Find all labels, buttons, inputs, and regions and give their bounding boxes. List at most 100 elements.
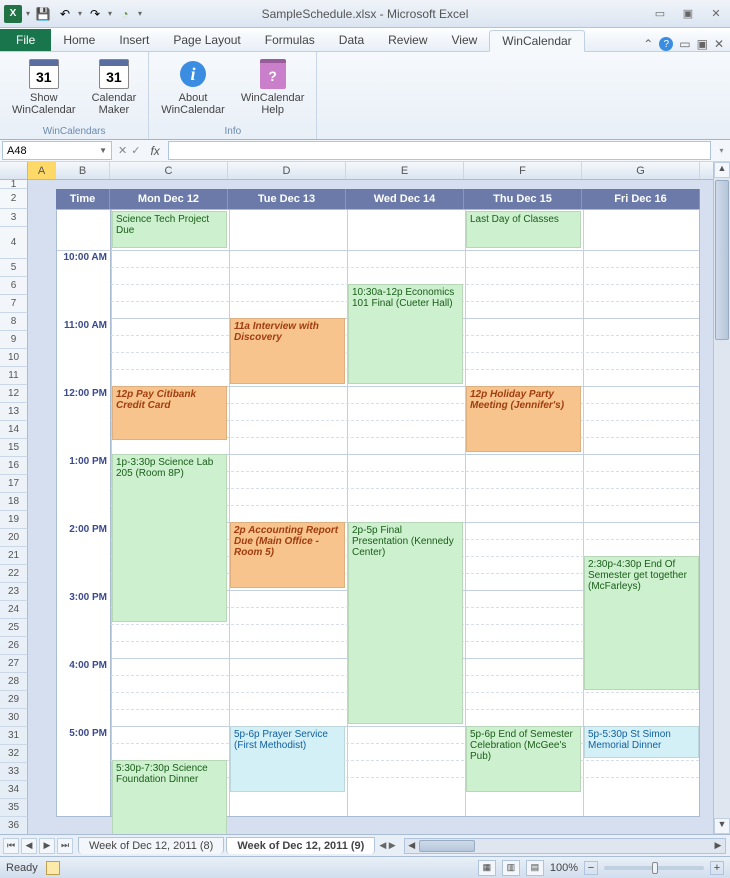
row-header-15[interactable]: 15 bbox=[0, 439, 28, 457]
row-header-19[interactable]: 19 bbox=[0, 511, 28, 529]
vscroll-thumb[interactable] bbox=[715, 180, 729, 340]
sheet-nav-first[interactable]: ⏮ bbox=[3, 838, 19, 854]
sheet-nav-next[interactable]: ▶ bbox=[39, 838, 55, 854]
name-box[interactable]: A48 ▼ bbox=[2, 141, 112, 160]
scroll-right-icon[interactable]: ▶ bbox=[711, 840, 725, 851]
tab-formulas[interactable]: Formulas bbox=[253, 29, 327, 51]
row-header-9[interactable]: 9 bbox=[0, 331, 28, 349]
row-header-35[interactable]: 35 bbox=[0, 799, 28, 817]
row-header-25[interactable]: 25 bbox=[0, 619, 28, 637]
view-page-break-button[interactable]: ▤ bbox=[526, 860, 544, 876]
tab-view[interactable]: View bbox=[440, 29, 490, 51]
show-wincalendar-button[interactable]: 31 Show WinCalendar bbox=[8, 56, 80, 124]
calendar-event[interactable]: 1p-3:30p Science Lab 205 (Room 8P) bbox=[112, 454, 227, 622]
redo-dropdown-icon[interactable]: ▾ bbox=[108, 9, 112, 18]
calendar-event[interactable]: 5p-6p End of Semester Celebration (McGee… bbox=[466, 726, 581, 792]
calendar-event[interactable]: 12p Holiday Party Meeting (Jennifer's) bbox=[466, 386, 581, 452]
minimize-button[interactable]: ▭ bbox=[650, 6, 670, 22]
tab-insert[interactable]: Insert bbox=[107, 29, 161, 51]
column-header-E[interactable]: E bbox=[346, 162, 464, 179]
row-header-10[interactable]: 10 bbox=[0, 349, 28, 367]
calendar-event[interactable]: 10:30a-12p Economics 101 Final (Cueter H… bbox=[348, 284, 463, 384]
undo-button[interactable]: ↶ bbox=[56, 5, 74, 23]
row-header-32[interactable]: 32 bbox=[0, 745, 28, 763]
row-header-20[interactable]: 20 bbox=[0, 529, 28, 547]
row-header-14[interactable]: 14 bbox=[0, 421, 28, 439]
close-button[interactable]: ✕ bbox=[706, 6, 726, 22]
sheet-tab-next-indicator[interactable]: ◀ ▶ bbox=[375, 840, 399, 851]
calendar-event[interactable]: 12p Pay Citibank Credit Card bbox=[112, 386, 227, 440]
column-header-G[interactable]: G bbox=[582, 162, 700, 179]
tab-data[interactable]: Data bbox=[327, 29, 376, 51]
row-header-2[interactable]: 2 bbox=[0, 189, 28, 209]
about-wincalendar-button[interactable]: i About WinCalendar bbox=[157, 56, 229, 124]
row-header-5[interactable]: 5 bbox=[0, 259, 28, 277]
row-header-27[interactable]: 27 bbox=[0, 655, 28, 673]
row-header-31[interactable]: 31 bbox=[0, 727, 28, 745]
column-header-B[interactable]: B bbox=[56, 162, 110, 179]
doc-restore-icon[interactable]: ▣ bbox=[697, 37, 708, 51]
horizontal-scrollbar[interactable]: ◀ ▶ bbox=[404, 838, 726, 854]
calendar-maker-button[interactable]: 31 Calendar Maker bbox=[88, 56, 141, 124]
calendar-event[interactable]: 2:30p-4:30p End Of Semester get together… bbox=[584, 556, 699, 690]
sheet-nav-last[interactable]: ⏭ bbox=[57, 838, 73, 854]
scroll-down-icon[interactable]: ▼ bbox=[714, 818, 730, 834]
row-header-7[interactable]: 7 bbox=[0, 295, 28, 313]
row-header-16[interactable]: 16 bbox=[0, 457, 28, 475]
row-header-12[interactable]: 12 bbox=[0, 385, 28, 403]
sheet-tab-active[interactable]: Week of Dec 12, 2011 (9) bbox=[226, 837, 375, 854]
sheet-nav-prev[interactable]: ◀ bbox=[21, 838, 37, 854]
row-header-24[interactable]: 24 bbox=[0, 601, 28, 619]
column-header-F[interactable]: F bbox=[464, 162, 582, 179]
fx-confirm-icon[interactable]: ✓ bbox=[131, 144, 140, 157]
qat-extra-icon[interactable]: ◔ bbox=[116, 5, 134, 23]
row-header-21[interactable]: 21 bbox=[0, 547, 28, 565]
select-all-corner[interactable] bbox=[0, 162, 28, 179]
doc-close-icon[interactable]: ✕ bbox=[714, 37, 724, 51]
row-header-13[interactable]: 13 bbox=[0, 403, 28, 421]
calendar-event[interactable]: Last Day of Classes bbox=[466, 211, 581, 248]
cells-area[interactable]: TimeMon Dec 12Tue Dec 13Wed Dec 14Thu De… bbox=[28, 180, 713, 834]
sheet-tab-prev[interactable]: Week of Dec 12, 2011 (8) bbox=[78, 837, 224, 854]
row-header-26[interactable]: 26 bbox=[0, 637, 28, 655]
qat-customize-icon[interactable]: ▾ bbox=[138, 9, 142, 18]
save-button[interactable]: 💾 bbox=[34, 5, 52, 23]
view-page-layout-button[interactable]: ▥ bbox=[502, 860, 520, 876]
row-header-28[interactable]: 28 bbox=[0, 673, 28, 691]
scroll-left-icon[interactable]: ◀ bbox=[405, 840, 419, 851]
row-header-8[interactable]: 8 bbox=[0, 313, 28, 331]
zoom-slider[interactable] bbox=[604, 866, 704, 870]
row-header-4[interactable]: 4 bbox=[0, 227, 28, 259]
tab-page-layout[interactable]: Page Layout bbox=[161, 29, 252, 51]
row-header-23[interactable]: 23 bbox=[0, 583, 28, 601]
maximize-button[interactable]: ▣ bbox=[678, 6, 698, 22]
zoom-out-button[interactable]: − bbox=[584, 861, 598, 875]
macro-record-icon[interactable] bbox=[46, 861, 60, 875]
vertical-scrollbar[interactable]: ▲ ▼ bbox=[713, 162, 730, 834]
scroll-up-icon[interactable]: ▲ bbox=[714, 162, 730, 178]
file-tab[interactable]: File bbox=[0, 29, 51, 51]
doc-minimize-icon[interactable]: ▭ bbox=[679, 37, 690, 51]
fx-cancel-icon[interactable]: ✕ bbox=[118, 144, 127, 157]
row-header-11[interactable]: 11 bbox=[0, 367, 28, 385]
tab-wincalendar[interactable]: WinCalendar bbox=[489, 30, 584, 52]
qat-dropdown-icon[interactable]: ▾ bbox=[26, 9, 30, 18]
hscroll-thumb[interactable] bbox=[419, 840, 475, 852]
calendar-event[interactable]: 5p-6p Prayer Service (First Methodist) bbox=[230, 726, 345, 792]
column-header-A[interactable]: A bbox=[28, 162, 56, 179]
undo-dropdown-icon[interactable]: ▾ bbox=[78, 9, 82, 18]
zoom-in-button[interactable]: + bbox=[710, 861, 724, 875]
redo-button[interactable]: ↷ bbox=[86, 5, 104, 23]
name-box-dropdown-icon[interactable]: ▼ bbox=[99, 146, 107, 155]
calendar-event[interactable]: 5p-5:30p St Simon Memorial Dinner bbox=[584, 726, 699, 758]
formula-expand-icon[interactable]: ▾ bbox=[713, 140, 730, 161]
row-header-36[interactable]: 36 bbox=[0, 817, 28, 834]
fx-label[interactable]: fx bbox=[144, 140, 165, 161]
calendar-event[interactable]: 2p Accounting Report Due (Main Office - … bbox=[230, 522, 345, 588]
row-header-33[interactable]: 33 bbox=[0, 763, 28, 781]
row-header-34[interactable]: 34 bbox=[0, 781, 28, 799]
row-header-29[interactable]: 29 bbox=[0, 691, 28, 709]
calendar-event[interactable]: Science Tech Project Due bbox=[112, 211, 227, 248]
calendar-event[interactable]: 2p-5p Final Presentation (Kennedy Center… bbox=[348, 522, 463, 724]
column-header-D[interactable]: D bbox=[228, 162, 346, 179]
